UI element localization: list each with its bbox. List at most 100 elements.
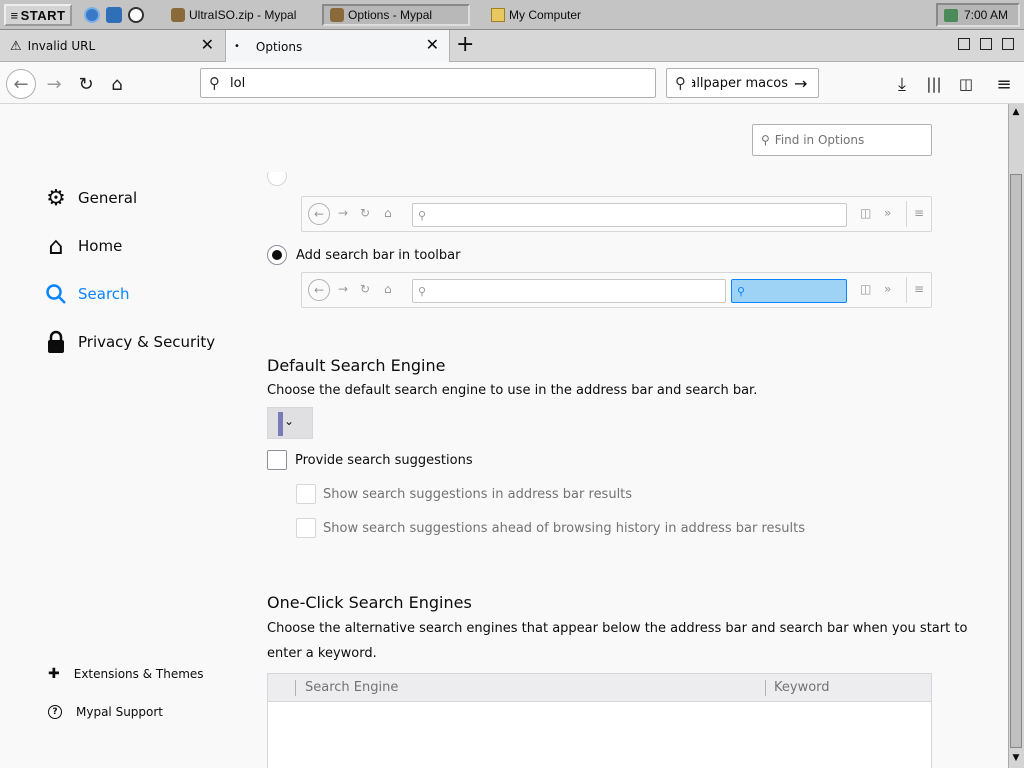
back-icon: ← xyxy=(308,203,330,225)
sidebar-button[interactable]: ◫ xyxy=(952,71,980,97)
preview-url-field: ⚲ xyxy=(412,279,726,303)
start-grip-icon: ≡ xyxy=(10,7,19,23)
default-search-engine-description: Choose the default search engine to use … xyxy=(267,383,758,398)
clock: 7:00 AM xyxy=(963,8,1008,22)
search-icon: ⚲ xyxy=(418,208,427,222)
network-icon[interactable] xyxy=(944,9,958,22)
reload-icon: ↻ xyxy=(360,282,371,296)
gear-icon: ⚙ xyxy=(46,185,66,211)
provide-suggestions-checkbox[interactable]: Provide search suggestions xyxy=(267,450,473,470)
browser-quicklaunch-icon[interactable] xyxy=(84,7,100,23)
tab-options[interactable]: • Options ✕ xyxy=(225,30,450,63)
toolbar-preview-searchbar: ← → ↻ ⌂ ⚲ ⚲ ◫ » ≡ xyxy=(301,272,932,308)
taskbar-task-ultraiso[interactable]: UltraISO.zip - Mypal xyxy=(164,4,316,26)
search-icon xyxy=(44,282,68,306)
one-click-description-line1: Choose the alternative search engines th… xyxy=(267,621,968,636)
preview-url-field: ⚲ xyxy=(412,203,847,227)
default-engine-dropdown[interactable]: ⌄ xyxy=(267,407,313,439)
sidebar-icon: ◫ xyxy=(860,206,872,220)
radio-urlbar-option[interactable] xyxy=(267,172,287,188)
category-general[interactable]: ⚙ General xyxy=(44,185,137,211)
home-icon: ⌂ xyxy=(384,282,392,296)
home-button[interactable]: ⌂ xyxy=(103,71,131,97)
search-icon: ⚲ xyxy=(737,284,746,298)
forward-icon: → xyxy=(338,282,349,296)
mypal-support-link[interactable]: ? Mypal Support xyxy=(48,705,163,719)
close-window-icon[interactable] xyxy=(1002,38,1014,50)
close-tab-icon[interactable]: ✕ xyxy=(201,37,214,53)
engine-color-bar xyxy=(278,412,283,436)
tab-dot-icon: • xyxy=(234,41,240,52)
search-icon: ⚲ xyxy=(209,74,220,92)
scroll-thumb[interactable] xyxy=(1010,174,1022,748)
radio-dot xyxy=(272,250,282,260)
suggest-ahead-checkbox[interactable]: Show search suggestions ahead of browsin… xyxy=(296,518,805,538)
forward-icon: → xyxy=(338,206,349,220)
menu-icon: ≡ xyxy=(914,206,925,220)
checkbox[interactable] xyxy=(296,484,316,504)
downloads-button[interactable]: ⤓ xyxy=(888,71,916,97)
menu-icon: ≡ xyxy=(914,282,925,296)
column-header-keyword[interactable]: Keyword xyxy=(774,680,830,695)
library-button[interactable]: ||| xyxy=(920,71,948,97)
explorer-quicklaunch-icon[interactable] xyxy=(106,7,122,23)
system-tray: 7:00 AM xyxy=(936,3,1020,27)
category-home[interactable]: ⌂ Home xyxy=(44,232,122,260)
column-separator xyxy=(295,680,296,696)
search-text: wallpaper macos xyxy=(692,75,788,91)
media-player-quicklaunch-icon[interactable] xyxy=(128,7,144,23)
column-separator xyxy=(765,680,766,696)
overflow-icon: » xyxy=(884,206,892,220)
separator xyxy=(906,201,907,227)
tab-invalid-url[interactable]: ⚠ Invalid URL ✕ xyxy=(0,30,224,62)
menu-button[interactable]: ≡ xyxy=(990,71,1018,97)
taskbar-task-options[interactable]: Options - Mypal xyxy=(322,4,470,26)
find-in-options-input[interactable]: ⚲ Find in Options xyxy=(752,124,932,156)
puzzle-icon: ✚ xyxy=(48,666,60,682)
back-icon: ← xyxy=(308,279,330,301)
chevron-down-icon: ⌄ xyxy=(284,414,295,428)
search-icon: ⚲ xyxy=(418,284,427,298)
sidebar-icon: ◫ xyxy=(860,282,872,296)
one-click-description-line2: enter a keyword. xyxy=(267,646,377,661)
restore-icon[interactable] xyxy=(980,38,992,50)
back-button[interactable]: ← xyxy=(6,69,36,99)
suggest-address-bar-checkbox[interactable]: Show search suggestions in address bar r… xyxy=(296,484,632,504)
radio-add-search-bar[interactable]: Add search bar in toolbar xyxy=(267,245,460,265)
window-controls xyxy=(958,38,1014,50)
close-tab-icon[interactable]: ✕ xyxy=(426,37,439,53)
table-header: Search Engine Keyword xyxy=(268,674,931,702)
radio-button[interactable] xyxy=(267,245,287,265)
search-icon: ⚲ xyxy=(675,74,686,92)
warning-icon: ⚠ xyxy=(10,38,22,54)
preview-search-field: ⚲ xyxy=(731,279,847,303)
minimize-icon[interactable] xyxy=(958,38,970,50)
overflow-icon: » xyxy=(884,282,892,296)
checkbox[interactable] xyxy=(296,518,316,538)
toolbar-preview-urlbar: ← → ↻ ⌂ ⚲ ◫ » ≡ xyxy=(301,196,932,232)
reload-icon: ↻ xyxy=(360,206,371,220)
checkbox[interactable] xyxy=(267,450,287,470)
toolbar-search-bar[interactable]: ⚲ wallpaper macos → xyxy=(666,68,819,98)
reload-button[interactable]: ↻ xyxy=(72,71,100,97)
scroll-up-arrow-icon[interactable]: ▲ xyxy=(1010,106,1022,118)
home-icon: ⌂ xyxy=(384,206,392,220)
forward-button[interactable]: → xyxy=(40,71,68,97)
new-tab-button[interactable]: + xyxy=(456,34,474,56)
mypal-icon xyxy=(330,8,344,22)
category-privacy-security[interactable]: Privacy & Security xyxy=(44,330,215,354)
search-engines-table[interactable]: Search Engine Keyword xyxy=(267,673,932,768)
start-button[interactable]: ≡ START xyxy=(4,4,72,26)
mypal-icon xyxy=(171,8,185,22)
scroll-down-arrow-icon[interactable]: ▼ xyxy=(1010,752,1022,764)
go-arrow-icon[interactable]: → xyxy=(794,74,807,93)
taskbar-task-my-computer[interactable]: My Computer xyxy=(484,4,914,26)
separator xyxy=(906,277,907,303)
home-icon: ⌂ xyxy=(48,232,64,260)
column-header-search-engine[interactable]: Search Engine xyxy=(305,680,398,695)
extensions-themes-link[interactable]: ✚ Extensions & Themes xyxy=(48,666,204,682)
lock-icon xyxy=(44,330,68,354)
category-search[interactable]: Search xyxy=(44,282,130,306)
one-click-heading: One-Click Search Engines xyxy=(267,593,472,612)
url-bar[interactable]: ⚲ lol xyxy=(200,68,656,98)
